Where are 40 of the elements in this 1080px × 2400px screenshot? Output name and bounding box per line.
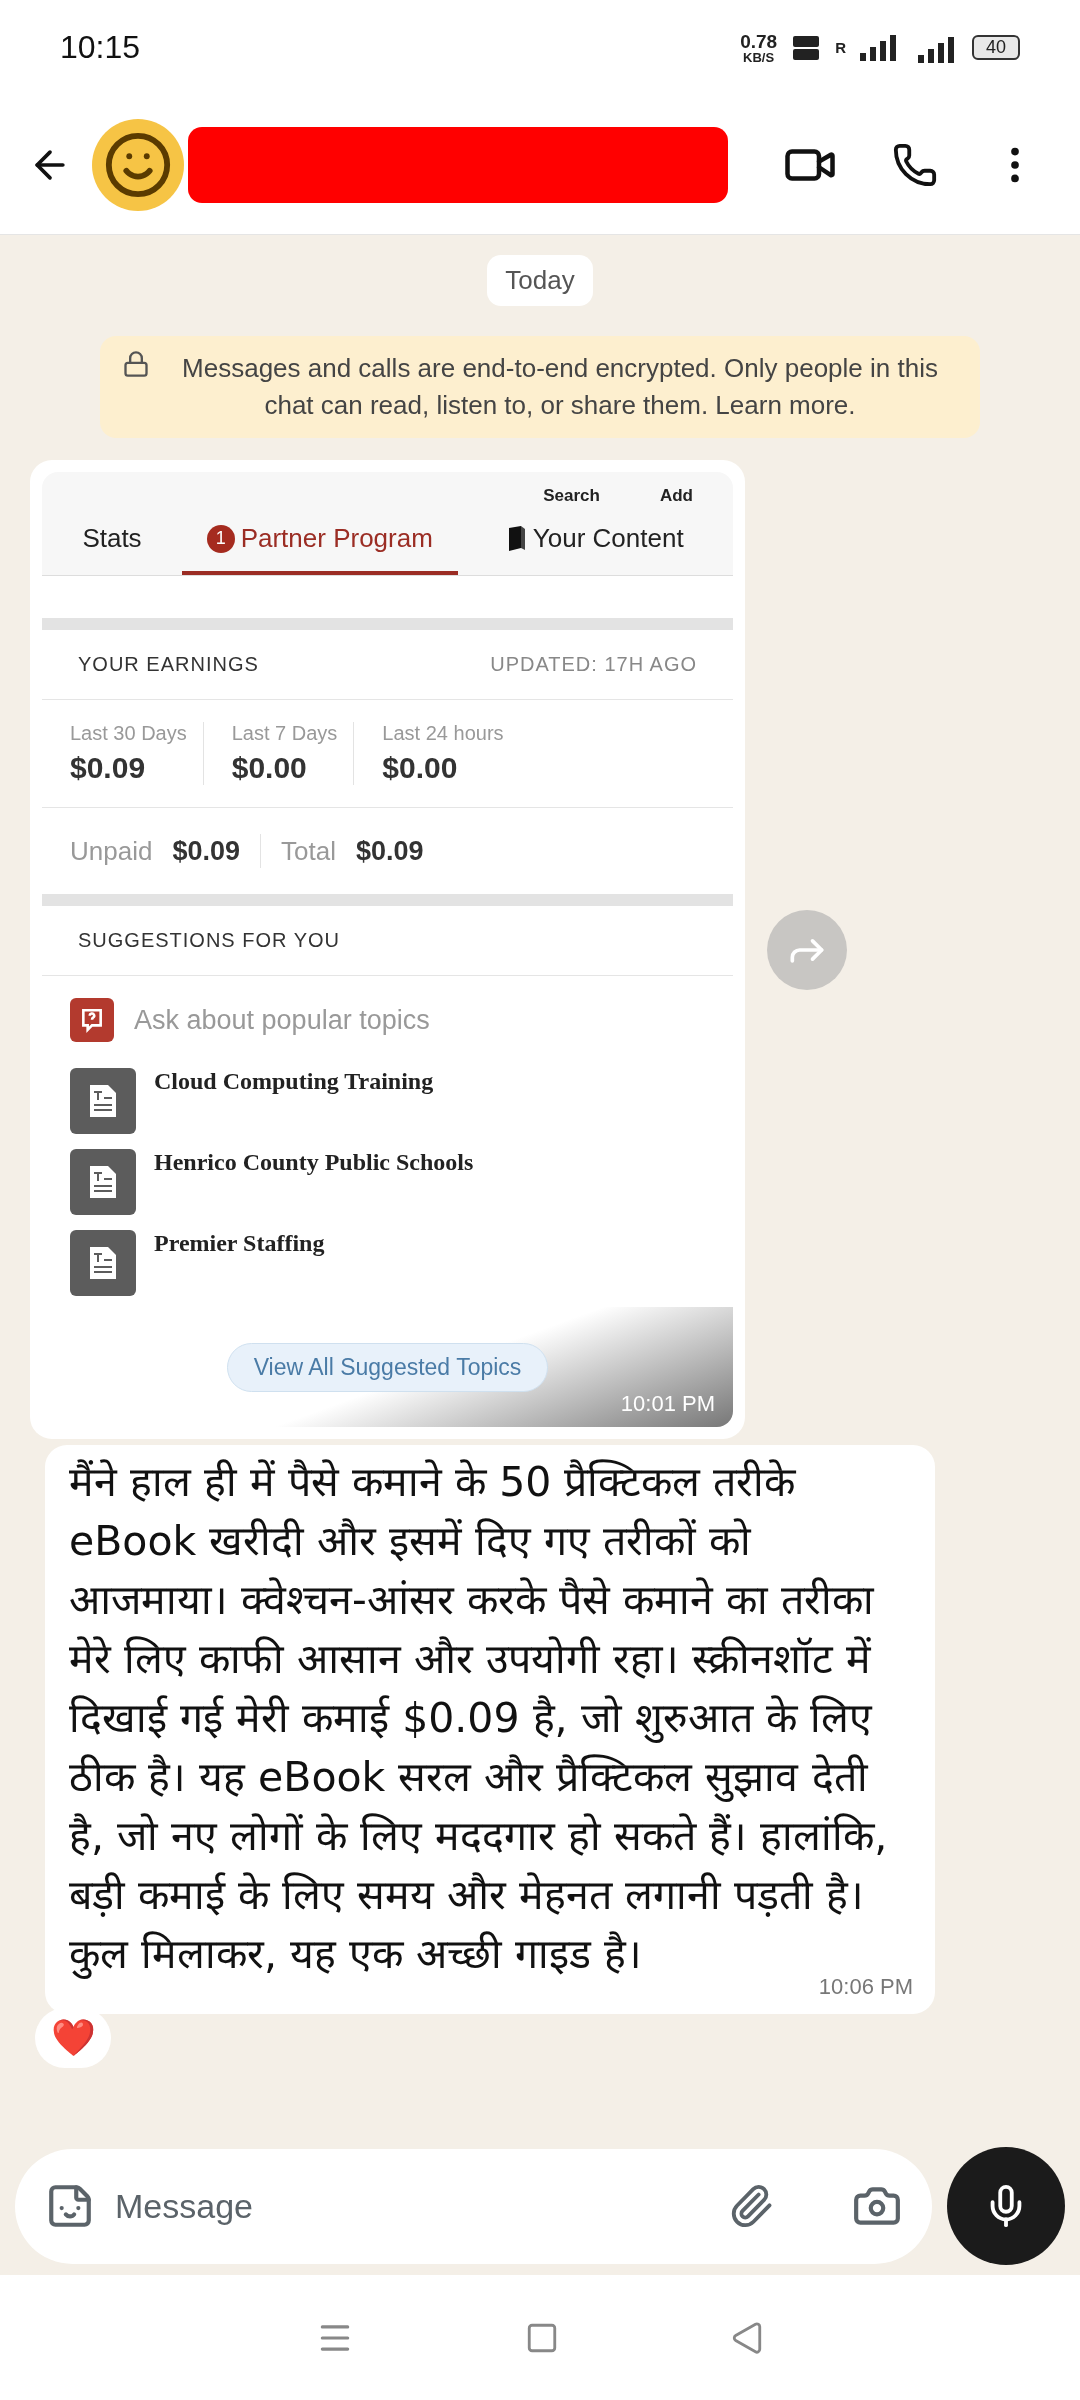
tab[interactable]: Your Content [457, 506, 733, 575]
document-icon [70, 1068, 136, 1134]
notice-text: Messages and calls are end-to-end encrypted. Only people in this chat can read, listen to, or share them. Learn more. [181, 352, 939, 422]
phone-icon[interactable] [892, 141, 938, 188]
topic-title[interactable]: Henrico County Public Schools [154, 1149, 474, 1222]
period-label: Last 7 Days [231, 722, 338, 745]
view-topics-button[interactable]: View All Suggested Topics [226, 1342, 549, 1392]
summary-label: Total [281, 835, 336, 867]
summary-value: $0.09 [355, 835, 424, 867]
period-label: Last 24 hours [382, 722, 504, 745]
battery-level: 40 [971, 35, 1020, 60]
document-icon [70, 1149, 136, 1215]
network-speed: 0.78 KB/S [740, 31, 778, 64]
earning-value: $0.09 [70, 751, 147, 785]
book-icon [506, 525, 527, 552]
reaction-badge[interactable]: ❤ [35, 2008, 111, 2068]
topic-title[interactable]: Premier Staffing [154, 1230, 325, 1303]
suggestion-prompt: Ask about popular topics [134, 1004, 430, 1036]
period-label: Last 30 Days [70, 722, 187, 745]
summary-value: $0.09 [172, 835, 240, 867]
tab[interactable]: Stats [42, 506, 182, 575]
updated-label: UPDATED: 17H AGO [490, 653, 697, 676]
summary-label: Unpaid [70, 835, 153, 867]
tab[interactable]: 1 Partner Program [182, 506, 458, 575]
count-badge: 1 [206, 524, 235, 553]
roaming-label: R [835, 39, 846, 56]
date-chip: Today [487, 255, 593, 306]
message-time: 10:01 PM [620, 1391, 715, 1417]
action-label: Add [659, 486, 693, 506]
message-input[interactable]: Message [113, 2185, 710, 2227]
status-time: 10:15 [60, 29, 141, 66]
action-label: Search [543, 486, 600, 506]
document-icon [70, 1230, 136, 1296]
section-title: SUGGESTIONS FOR YOU [78, 929, 340, 952]
lock-icon [122, 350, 150, 378]
question-icon [70, 998, 114, 1042]
section-title: YOUR EARNINGS [78, 653, 259, 676]
earning-value: $0.00 [231, 751, 308, 785]
earning-value: $0.00 [382, 751, 459, 785]
topic-title[interactable]: Cloud Computing Training [154, 1068, 434, 1141]
